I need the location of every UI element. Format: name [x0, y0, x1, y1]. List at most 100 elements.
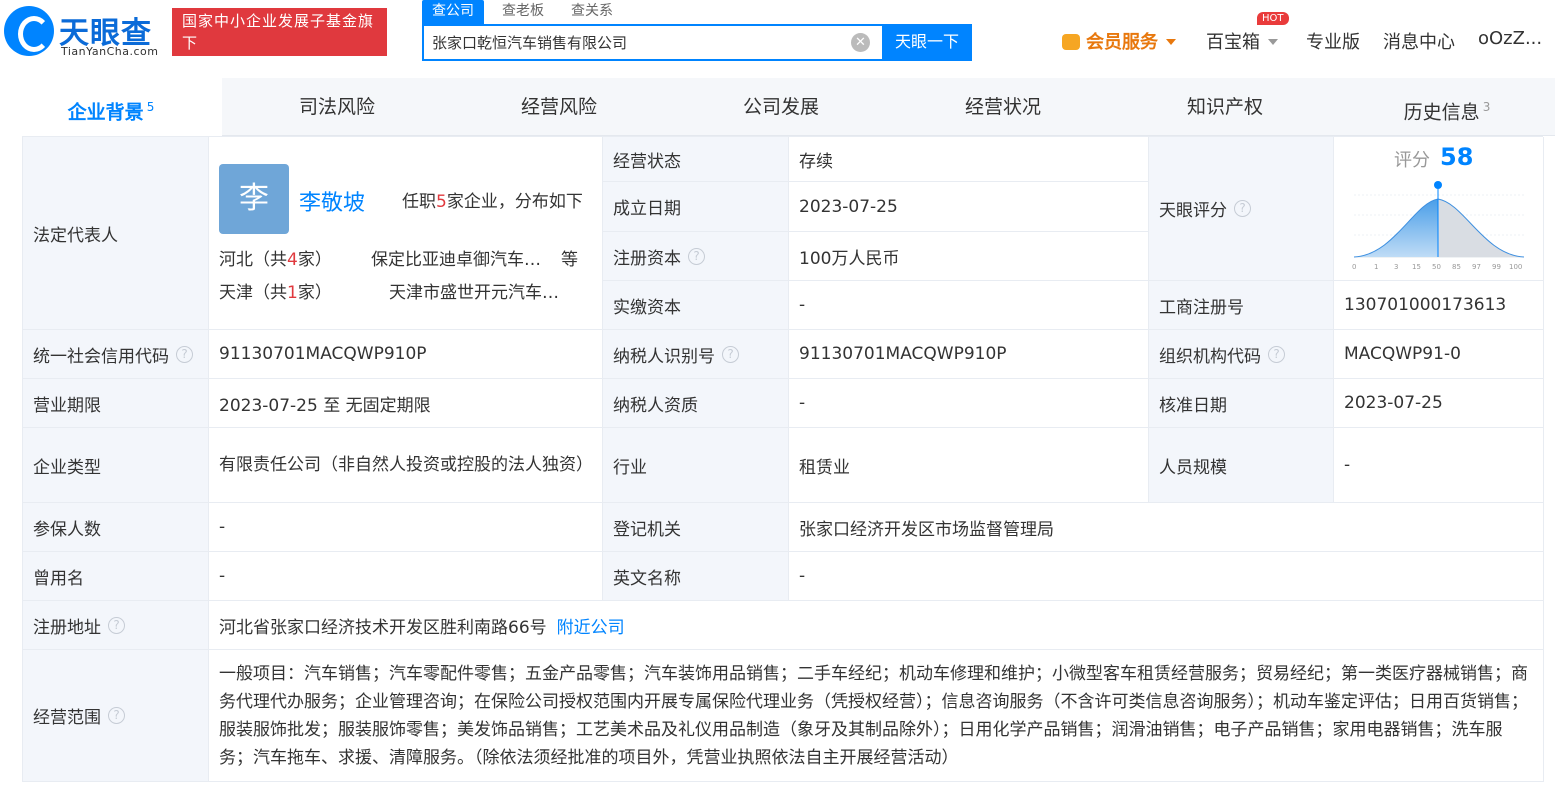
score-value: 58 [1440, 143, 1474, 171]
region-tianjin: 天津（共1家） [219, 283, 332, 303]
help-icon[interactable]: ? [1234, 200, 1251, 217]
legal-rep-name-link[interactable]: 李敬坡 [299, 185, 365, 217]
help-icon[interactable]: ? [1268, 345, 1285, 363]
top-header: 天眼查 TianYanCha.com 国家中小企业发展子基金旗下 官方备案企业征… [0, 0, 1555, 78]
score-distribution-curve: 0 1 3 15 50 85 97 99 100 [1352, 181, 1525, 271]
help-icon[interactable]: ? [722, 345, 739, 363]
clear-icon[interactable]: ✕ [851, 33, 870, 52]
help-icon[interactable]: ? [688, 247, 705, 265]
vip-label: 会员服务 [1086, 32, 1158, 53]
insured-value: - [209, 503, 603, 552]
org-code-label: 组织机构代码? [1149, 330, 1334, 379]
tick-label: 0 [1352, 263, 1356, 271]
tab-history-info[interactable]: 历史信息 3 [1336, 78, 1555, 136]
help-icon[interactable]: ? [108, 616, 125, 634]
approval-date-value: 2023-07-25 [1334, 379, 1544, 428]
tab-operating-status[interactable]: 经营状况 [892, 78, 1114, 136]
score-chart[interactable]: 评分 58 0 1 3 15 50 85 97 99 100 [1334, 137, 1544, 281]
tab-label: 企业背景 [67, 101, 144, 124]
former-name-value: - [209, 552, 603, 601]
company-info-table: 法定代表人 李 李敬坡 任职5家企业，分布如下 河北（共4家） 保定比亚迪卓御汽… [22, 136, 1544, 782]
staff-size-value: - [1334, 428, 1544, 503]
credit-code-label: 统一社会信用代码? [23, 330, 209, 379]
english-name-value: - [789, 552, 1544, 601]
tab-intellectual-property[interactable]: 知识产权 [1114, 78, 1336, 136]
company-type-label: 企业类型 [23, 428, 209, 503]
more-companies-link[interactable]: 等 [561, 245, 578, 270]
tax-id-label: 纳税人识别号? [603, 330, 789, 379]
staff-size-label: 人员规模 [1149, 428, 1334, 503]
legal-rep-cell: 李 李敬坡 任职5家企业，分布如下 河北（共4家） 保定比亚迪卓御汽车… 等 天… [209, 137, 603, 330]
credit-code-value: 91130701MACQWP910P [209, 330, 603, 379]
message-center-link[interactable]: 消息中心 [1383, 28, 1455, 54]
tab-operating-risk[interactable]: 经营风险 [448, 78, 670, 136]
insured-label: 参保人数 [23, 503, 209, 552]
section-tabs: 企业背景 5 司法风险 经营风险 公司发展 经营状况 知识产权 历史信息 3 [0, 78, 1555, 136]
user-menu[interactable]: oOzZ... [1478, 28, 1542, 49]
badge-line-2: 官方备案企业征信机构 [182, 56, 373, 74]
founded-label: 成立日期 [603, 182, 789, 232]
founded-value: 2023-07-25 [789, 182, 1149, 232]
official-badge[interactable]: 国家中小企业发展子基金旗下 官方备案企业征信机构 [172, 8, 387, 74]
crown-icon [1062, 34, 1080, 50]
tax-qualification-label: 纳税人资质 [603, 379, 789, 428]
reg-no-value: 130701000173613 [1334, 281, 1544, 330]
tick-label: 50 [1432, 263, 1441, 271]
tick-label: 15 [1412, 263, 1421, 271]
address-label: 注册地址? [23, 601, 209, 650]
business-scope-label: 经营范围? [23, 650, 209, 782]
address-value: 河北省张家口经济技术开发区胜利南路66号 附近公司 [209, 601, 1544, 650]
tab-search-boss[interactable]: 查老板 [492, 0, 554, 24]
business-scope-value: 一般项目：汽车销售；汽车零配件零售；五金产品零售；汽车装饰用品销售；二手车经纪；… [209, 650, 1544, 782]
authority-value: 张家口经济开发区市场监督管理局 [789, 503, 1544, 552]
tab-company-development[interactable]: 公司发展 [670, 78, 892, 136]
tick-label: 85 [1452, 263, 1461, 271]
toolbox-menu[interactable]: 百宝箱 [1206, 28, 1278, 54]
tab-count: 3 [1482, 100, 1491, 114]
company-link-baoding[interactable]: 保定比亚迪卓御汽车… [371, 245, 541, 270]
approval-date-label: 核准日期 [1149, 379, 1334, 428]
tax-id-value: 91130701MACQWP910P [789, 330, 1149, 379]
tick-label: 100 [1509, 263, 1522, 271]
paid-capital-value: - [789, 281, 1149, 330]
search-button[interactable]: 天眼一下 [882, 24, 972, 61]
status-value: 存续 [789, 137, 1149, 182]
capital-value: 100万人民币 [789, 232, 1149, 281]
help-icon[interactable]: ? [176, 345, 193, 363]
english-name-label: 英文名称 [603, 552, 789, 601]
company-type-value: 有限责任公司（非自然人投资或控股的法人独资） [209, 428, 603, 503]
authority-label: 登记机关 [603, 503, 789, 552]
industry-value: 租赁业 [789, 428, 1149, 503]
logo-eye-icon [4, 6, 54, 56]
tick-label: 97 [1472, 263, 1481, 271]
logo-domain: TianYanCha.com [61, 45, 159, 58]
paid-capital-label: 实缴资本 [603, 281, 789, 330]
legal-rep-note: 任职5家企业，分布如下 [402, 192, 583, 212]
former-name-label: 曾用名 [23, 552, 209, 601]
tick-label: 1 [1374, 263, 1378, 271]
tab-count: 5 [146, 100, 155, 114]
nearby-companies-link[interactable]: 附近公司 [557, 613, 625, 638]
avatar[interactable]: 李 [219, 164, 289, 234]
chevron-down-icon [1166, 39, 1176, 45]
search-input[interactable] [432, 26, 842, 59]
reg-no-label: 工商注册号 [1149, 281, 1334, 330]
tianyancha-logo[interactable]: 天眼查 TianYanCha.com [4, 6, 164, 58]
company-link-tianjin[interactable]: 天津市盛世开元汽车… [389, 278, 559, 303]
toolbox-label: 百宝箱 [1206, 32, 1260, 53]
tax-qualification-value: - [789, 379, 1149, 428]
help-icon[interactable]: ? [108, 707, 125, 724]
tab-search-company[interactable]: 查公司 [422, 0, 484, 24]
tick-label: 3 [1394, 263, 1398, 271]
region-hebei: 河北（共4家） [219, 250, 332, 270]
vip-service-menu[interactable]: 会员服务 [1062, 28, 1176, 54]
score-label: 天眼评分? [1149, 137, 1334, 281]
tab-search-relation[interactable]: 查关系 [561, 0, 623, 24]
legal-rep-label: 法定代表人 [23, 137, 209, 330]
status-label: 经营状态 [603, 137, 789, 182]
term-value: 2023-07-25 至 无固定期限 [209, 379, 603, 428]
tab-company-background[interactable]: 企业背景 5 [0, 78, 222, 136]
industry-label: 行业 [603, 428, 789, 503]
pro-version-link[interactable]: 专业版 [1306, 28, 1360, 54]
tab-judicial-risk[interactable]: 司法风险 [226, 78, 448, 136]
